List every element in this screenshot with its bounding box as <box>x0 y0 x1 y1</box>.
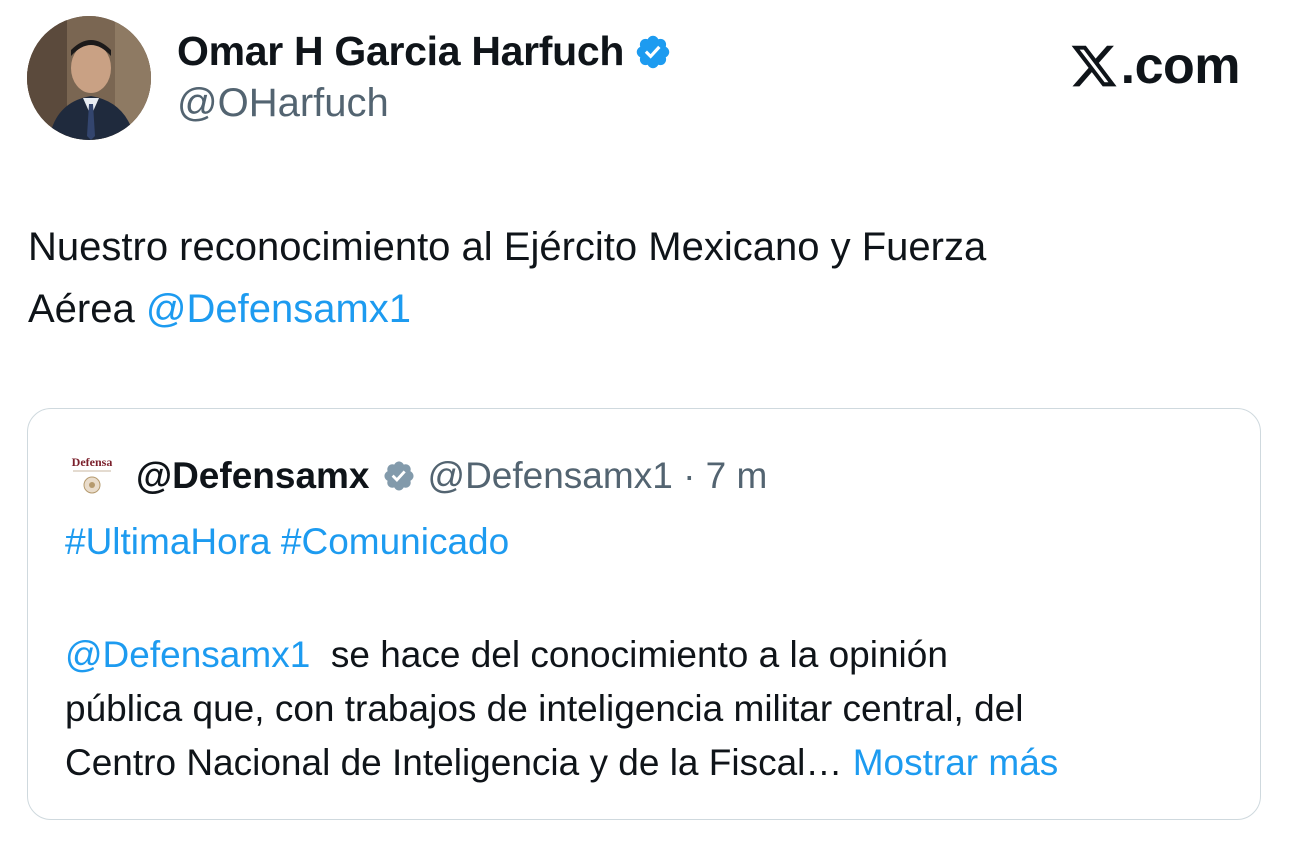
tweet-text-line2: Aérea @Defensamx1 <box>28 278 1248 340</box>
defensa-logo[interactable]: Defensa <box>65 449 119 503</box>
x-logo-icon <box>1071 45 1117 87</box>
tweet-mention-link[interactable]: @Defensamx1 <box>146 287 411 331</box>
author-name[interactable]: Omar H Garcia Harfuch <box>177 28 624 75</box>
quoted-hashtags[interactable]: #UltimaHora #Comunicado <box>65 521 509 563</box>
quoted-body-line2: pública que, con trabajos de inteligenci… <box>65 688 1024 729</box>
quoted-body-line3: Centro Nacional de Inteligencia y de la … <box>65 736 1235 790</box>
tweet-text-line2-text: Aérea <box>28 287 135 331</box>
verified-badge-icon <box>636 35 670 68</box>
avatar-image <box>27 16 151 140</box>
quoted-body-line1: @Defensamx1 se hace del conocimiento a l… <box>65 628 1235 682</box>
quoted-body: @Defensamx1 se hace del conocimiento a l… <box>65 628 1235 790</box>
x-com-watermark: .com <box>1069 36 1241 96</box>
quoted-tweet-card[interactable]: Defensa @Defensamx @Defensamx1 · 7 m #Ul… <box>27 408 1261 820</box>
defensa-logo-text: Defensa <box>72 455 113 469</box>
show-more-link[interactable]: Mostrar más <box>853 742 1059 783</box>
quoted-tweet-header: Defensa @Defensamx @Defensamx1 · 7 m <box>65 449 767 503</box>
author-name-row[interactable]: Omar H Garcia Harfuch <box>177 28 672 75</box>
quoted-mention-link[interactable]: @Defensamx1 <box>65 634 310 675</box>
quoted-handle-time[interactable]: @Defensamx1 · 7 m <box>428 455 768 497</box>
tweet-text: Nuestro reconocimiento al Ejército Mexic… <box>28 216 1248 340</box>
quoted-body-line3-text: Centro Nacional de Inteligencia y de la … <box>65 742 843 783</box>
author-handle[interactable]: @OHarfuch <box>177 81 389 126</box>
tweet-text-line1: Nuestro reconocimiento al Ejército Mexic… <box>28 225 987 269</box>
brand-label: .com <box>1120 37 1241 95</box>
defensa-logo-icon: Defensa <box>65 449 119 503</box>
gray-verified-badge-icon <box>383 461 414 491</box>
quoted-author-name[interactable]: @Defensamx <box>136 455 370 497</box>
author-avatar[interactable] <box>27 16 151 140</box>
quoted-body-line1-text: se hace del conocimiento a la opinión <box>330 634 948 675</box>
